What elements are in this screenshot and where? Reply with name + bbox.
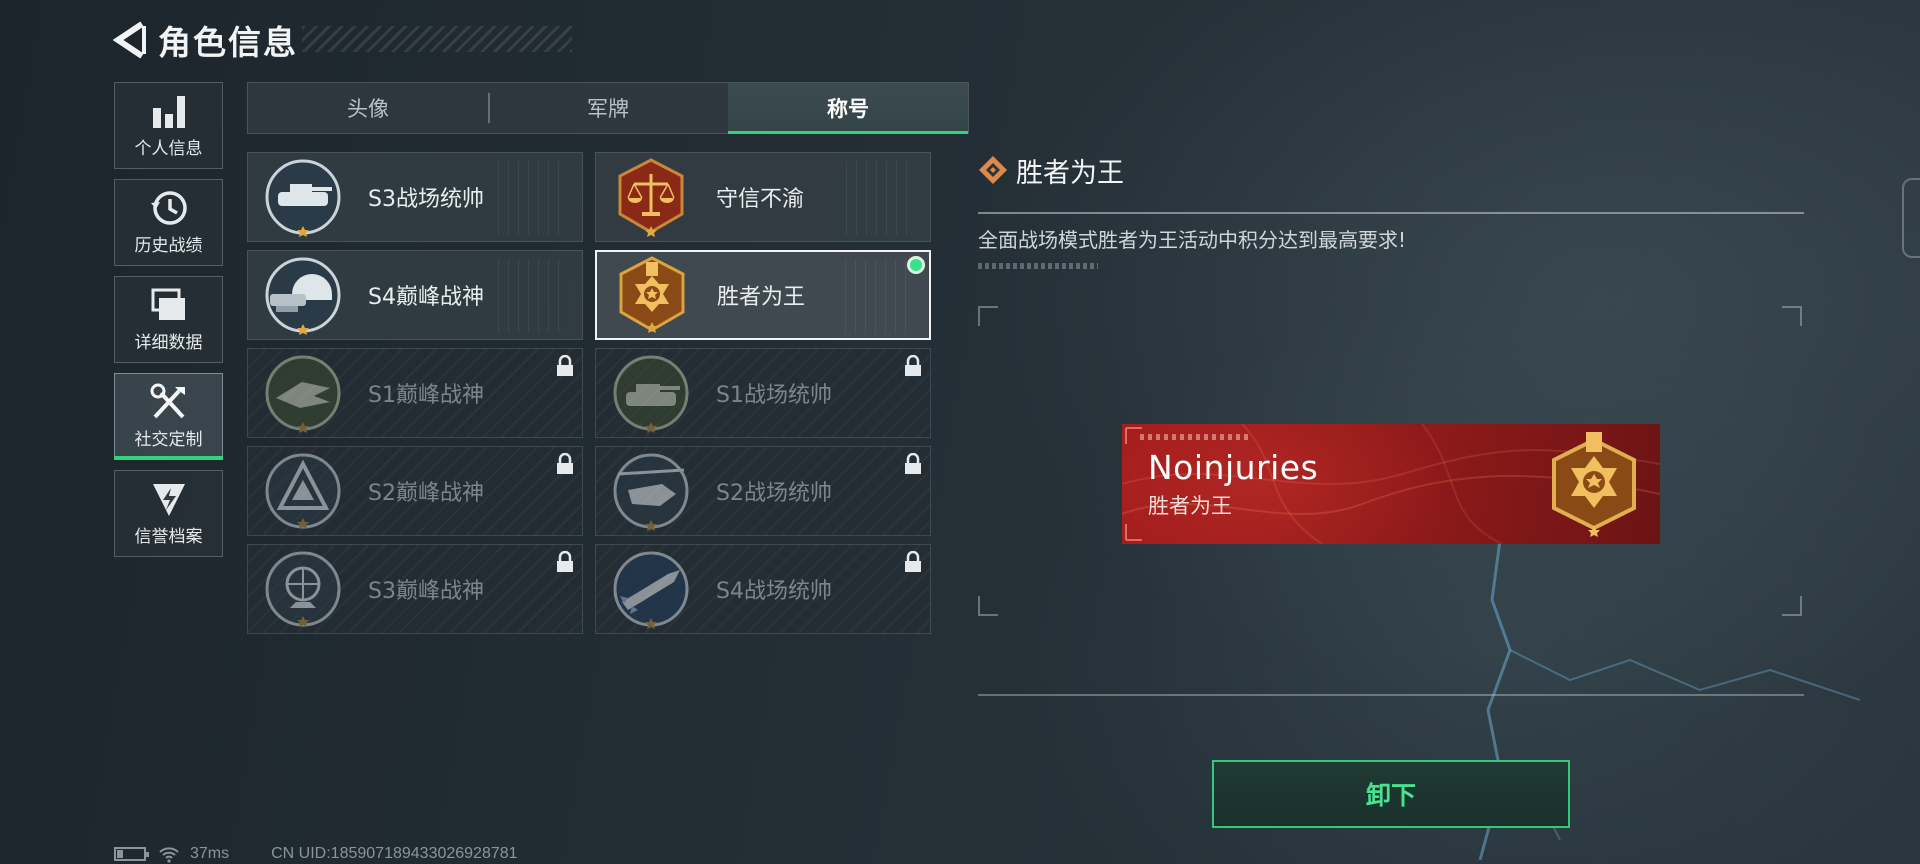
scales-emblem-icon [618, 158, 684, 237]
title-label: S3巅峰战神 [368, 579, 484, 604]
nav-label: 社交定制 [134, 430, 203, 450]
title-banner-preview: Noinjuries 胜者为王 [1122, 424, 1660, 544]
globe-emblem-icon [265, 551, 341, 627]
banner-title-text: 胜者为王 [1148, 494, 1232, 518]
title-card-s4-peak-warrior[interactable]: S4巅峰战神 [247, 250, 583, 340]
divider [978, 694, 1804, 696]
equipped-indicator [907, 256, 925, 274]
side-nav: 个人信息 历史战绩 详细数据 社交定制 信誉档案 [114, 82, 223, 567]
title-detail-panel: 胜者为王 全面战场模式胜者为王活动中积分达到最高要求! [978, 150, 1804, 269]
diamond-icon [979, 156, 1007, 184]
uid-text: CN UID:185907189433026928781 [271, 845, 518, 862]
wifi-icon [159, 847, 179, 863]
helmet-emblem-icon [265, 257, 341, 335]
title-label: S3战场统帅 [368, 187, 484, 212]
title-label: S4巅峰战神 [368, 285, 484, 310]
banner-player-name: Noinjuries [1148, 448, 1319, 487]
title-label: S1巅峰战神 [368, 383, 484, 408]
back-arrow-icon[interactable] [112, 20, 148, 60]
title-card-s2-commander[interactable]: S2战场统帅 [595, 446, 931, 536]
nav-label: 信誉档案 [134, 527, 203, 547]
title-card-winner-is-king[interactable]: 胜者为王 [595, 250, 931, 340]
lock-icon [905, 551, 921, 572]
card-decoration [498, 161, 568, 235]
history-clock-icon [150, 191, 187, 225]
lock-icon [905, 453, 921, 474]
tab-dog-tag[interactable]: 军牌 [488, 83, 728, 133]
nav-item-match-history[interactable]: 历史战绩 [114, 179, 223, 266]
title-category-tabs: 头像 军牌 称号 [247, 82, 969, 134]
crocodile-emblem-icon [265, 355, 341, 433]
card-decoration [846, 161, 916, 235]
folder-stack-icon [151, 288, 185, 320]
nav-label: 个人信息 [134, 139, 203, 159]
title-label: 胜者为王 [717, 285, 806, 310]
title-grid: S3战场统帅 守信不渝 S4巅峰战神 胜者为王 S1巅峰战神 S1战场统帅 S2… [247, 152, 931, 634]
title-card-trustworthy[interactable]: 守信不渝 [595, 152, 931, 242]
tab-avatar[interactable]: 头像 [248, 83, 488, 133]
banner-micro-text [1140, 434, 1250, 440]
title-card-s3-peak-warrior[interactable]: S3巅峰战神 [247, 544, 583, 634]
tank-emblem-icon [265, 159, 341, 237]
detail-description: 全面战场模式胜者为王活动中积分达到最高要求! [978, 228, 1407, 252]
frame-corner [1782, 306, 1802, 326]
title-card-s1-commander[interactable]: S1战场统帅 [595, 348, 931, 438]
frame-corner [978, 306, 998, 326]
unequip-button[interactable]: 卸下 [1212, 760, 1570, 828]
tools-icon [150, 383, 185, 419]
nav-label: 详细数据 [134, 333, 203, 353]
side-panel-handle[interactable] [1902, 178, 1920, 258]
title-card-s2-peak-warrior[interactable]: S2巅峰战神 [247, 446, 583, 536]
bar-chart-icon [152, 96, 185, 128]
medal-emblem-icon [619, 256, 685, 333]
page-header: 角色信息 [112, 18, 572, 62]
helicopter-emblem-icon [613, 453, 689, 531]
lock-icon [905, 355, 921, 376]
frame-corner [1782, 596, 1802, 616]
card-decoration [498, 259, 568, 333]
page-title: 角色信息 [158, 23, 298, 62]
micro-text-decoration [978, 263, 1098, 269]
nav-item-detailed-data[interactable]: 详细数据 [114, 276, 223, 363]
title-label: S2巅峰战神 [368, 481, 484, 506]
title-card-s1-peak-warrior[interactable]: S1巅峰战神 [247, 348, 583, 438]
frame-corner [978, 596, 998, 616]
title-card-s4-commander[interactable]: S4战场统帅 [595, 544, 931, 634]
title-label: S4战场统帅 [716, 579, 832, 604]
title-label: S2战场统帅 [716, 481, 832, 506]
tab-title[interactable]: 称号 [728, 83, 968, 134]
title-card-s3-commander[interactable]: S3战场统帅 [247, 152, 583, 242]
detail-header: 胜者为王 [978, 150, 1804, 190]
title-label: 守信不渝 [716, 187, 805, 212]
nav-item-credit-record[interactable]: 信誉档案 [114, 470, 223, 557]
battery-icon [114, 847, 149, 861]
nav-item-personal-info[interactable]: 个人信息 [114, 82, 223, 169]
triangle-emblem-icon [265, 453, 341, 529]
medal-emblem-icon [1552, 432, 1636, 537]
nav-item-social-customize[interactable]: 社交定制 [114, 373, 223, 460]
shield-lightning-icon [152, 484, 185, 516]
lock-icon [557, 453, 573, 474]
nav-label: 历史战绩 [134, 236, 203, 256]
divider [978, 212, 1804, 214]
lock-icon [557, 355, 573, 376]
detail-title: 胜者为王 [1016, 157, 1124, 189]
tank-emblem-icon [613, 355, 689, 433]
title-label: S1战场统帅 [716, 383, 832, 408]
missile-emblem-icon [613, 551, 689, 629]
title-stripes-decoration [302, 26, 572, 52]
card-decoration [845, 260, 915, 334]
status-bar: 37ms CN UID:185907189433026928781 [114, 844, 518, 864]
lock-icon [557, 551, 573, 572]
ping-text: 37ms [190, 845, 230, 862]
